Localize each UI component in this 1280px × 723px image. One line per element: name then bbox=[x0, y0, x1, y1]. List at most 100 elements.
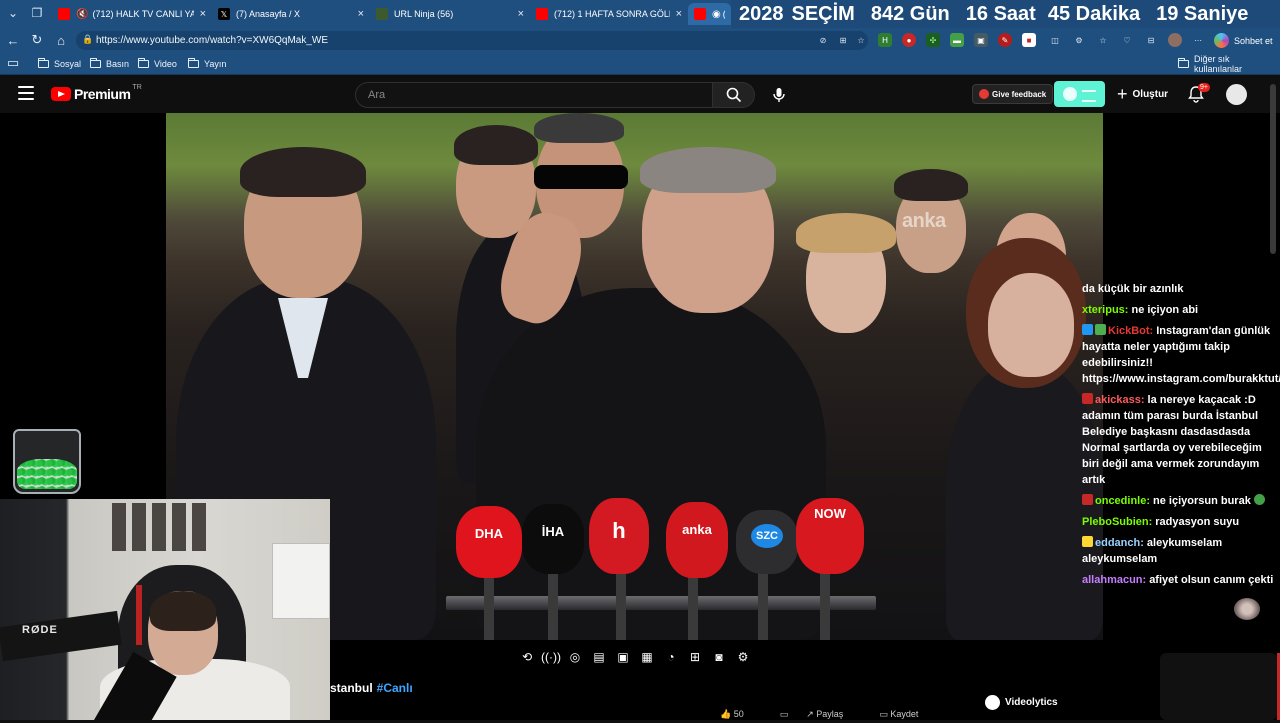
split-screen-icon[interactable]: ◫ bbox=[1048, 33, 1062, 47]
search-button[interactable] bbox=[713, 82, 755, 108]
mic-flag-iha: İHA bbox=[522, 504, 584, 574]
collections-icon[interactable]: ⊟ bbox=[1144, 33, 1158, 47]
like-button[interactable]: 👍 50 bbox=[720, 709, 762, 723]
menu-icon[interactable] bbox=[18, 86, 34, 100]
more-menu-icon[interactable]: ⋯ bbox=[1191, 33, 1205, 47]
dislike-button[interactable]: ▭ bbox=[780, 709, 789, 723]
apps-icon[interactable]: ⊞ bbox=[836, 33, 850, 47]
folder-icon bbox=[38, 58, 49, 68]
bookmark-folder-yayin[interactable]: Yayın bbox=[188, 57, 226, 71]
extension-box-icon[interactable]: ■ bbox=[1022, 33, 1036, 47]
countdown-label: SEÇİM bbox=[791, 2, 855, 25]
person-right bbox=[946, 363, 1103, 640]
other-bookmarks-folder[interactable]: Diğer sık kullanılanlar bbox=[1178, 54, 1280, 74]
loop-icon[interactable]: ⟲ bbox=[518, 648, 536, 666]
countdown-seconds: 19 Saniye bbox=[1156, 2, 1249, 25]
tab-golde[interactable]: (712) 1 HAFTA SONRA GÖLDE BU × bbox=[530, 3, 688, 25]
sidebar-icon[interactable]: ▭ bbox=[4, 54, 22, 72]
chat-username[interactable]: xteripus: bbox=[1082, 304, 1128, 316]
subtitles-icon[interactable]: ▦ bbox=[638, 648, 656, 666]
workspaces-icon[interactable]: ❐ bbox=[28, 4, 46, 22]
share-button[interactable]: ↗ Paylaş bbox=[806, 709, 861, 723]
reader-view-icon[interactable]: ⊘ bbox=[816, 33, 830, 47]
eye-icon[interactable]: ◎ bbox=[566, 648, 584, 666]
create-button[interactable]: + Oluştur bbox=[1117, 85, 1168, 103]
extension-stats-icon[interactable]: H bbox=[878, 33, 892, 47]
extension-block-icon[interactable]: ● bbox=[902, 33, 916, 47]
close-tab-icon[interactable]: × bbox=[358, 8, 364, 20]
live-chat-overlay: da küçük bir azınlık xteripus: ne içiyon … bbox=[1082, 281, 1280, 593]
tab-halk-tv[interactable]: 🔇 (712) HALK TV CANLI YAYINI | × bbox=[52, 3, 212, 25]
extension-pen-icon[interactable]: ✎ bbox=[998, 33, 1012, 47]
muted-speaker-icon[interactable]: 🔇 bbox=[76, 9, 88, 20]
extensions-icon[interactable]: ⚙ bbox=[1072, 33, 1086, 47]
chat-username[interactable]: PleboSubien: bbox=[1082, 516, 1152, 528]
extension-toggle-button[interactable] bbox=[1054, 81, 1105, 107]
account-avatar[interactable] bbox=[1226, 84, 1247, 105]
hashtag-link[interactable]: #Canlı bbox=[377, 681, 413, 695]
home-icon[interactable]: ⌂ bbox=[52, 31, 70, 49]
page-scrollbar[interactable] bbox=[1270, 84, 1276, 254]
search-icon bbox=[726, 87, 741, 103]
profile-avatar[interactable] bbox=[1168, 33, 1182, 47]
notifications-button[interactable]: 9+ bbox=[1188, 83, 1210, 105]
favorite-star-icon[interactable]: ☆ bbox=[854, 33, 868, 47]
save-button[interactable]: ▭ Kaydet bbox=[879, 709, 936, 723]
browser-essentials-icon[interactable]: ♡ bbox=[1120, 33, 1134, 47]
clapperboard-icon[interactable]: ▤ bbox=[590, 648, 608, 666]
youtube-premium-logo[interactable]: Premium TR bbox=[51, 84, 142, 102]
chat-message: xteripus: ne içiyon abi bbox=[1082, 304, 1199, 316]
emote-icon bbox=[1253, 494, 1265, 505]
video-player[interactable]: anka DHA İHA h anka SZC NOW RØDE ⟲ ((·))… bbox=[0, 113, 1280, 720]
person-hair bbox=[796, 213, 896, 253]
extension-green-icon[interactable]: ▬ bbox=[950, 33, 964, 47]
mic-flag-now: NOW bbox=[796, 498, 864, 574]
folder-icon bbox=[138, 58, 149, 68]
chat-username[interactable]: oncedinle: bbox=[1095, 495, 1150, 507]
bookmark-folder-basin[interactable]: Basın bbox=[90, 57, 129, 71]
chat-username[interactable]: akickass: bbox=[1095, 394, 1145, 406]
chat-message: KickBot: Instagram'dan günlük hayatta nel… bbox=[1082, 324, 1280, 385]
extension-puzzle-icon[interactable]: ✣ bbox=[926, 33, 940, 47]
picture-in-picture-icon[interactable]: ▣ bbox=[614, 648, 632, 666]
candy-jar-overlay bbox=[13, 429, 81, 494]
speedometer-icon[interactable]: ◔ bbox=[662, 648, 680, 666]
bookmark-folder-video[interactable]: Video bbox=[138, 57, 177, 71]
reload-icon[interactable]: ↻ bbox=[28, 31, 46, 49]
gear-icon[interactable]: ⚙ bbox=[734, 648, 752, 666]
tab-actions-chevron-icon[interactable]: ⌄ bbox=[4, 4, 22, 22]
chat-username[interactable]: KickBot: bbox=[1108, 325, 1153, 337]
extension-image-icon[interactable]: ▣ bbox=[974, 33, 988, 47]
give-feedback-button[interactable]: Give feedback bbox=[972, 84, 1054, 104]
camera-icon[interactable]: ◙ bbox=[710, 648, 728, 666]
tab-x-home[interactable]: 𝕏 (7) Anasayfa / X × bbox=[212, 3, 370, 25]
chat-message: eddanch: aleykumselam aleykumselam bbox=[1082, 536, 1223, 565]
videolytics-button[interactable]: Videolytics bbox=[985, 693, 1058, 711]
chat-username[interactable]: eddanch: bbox=[1095, 537, 1144, 549]
sticker-avatar bbox=[1234, 598, 1260, 620]
voice-search-button[interactable] bbox=[768, 84, 790, 106]
favorites-icon[interactable]: ☆ bbox=[1096, 33, 1110, 47]
person-speaker-hair bbox=[640, 147, 776, 193]
copilot-chat-button[interactable]: Sohbet et bbox=[1214, 31, 1273, 50]
lock-icon[interactable]: 🔒 bbox=[82, 34, 93, 45]
tab-url-ninja[interactable]: URL Ninja (56) × bbox=[370, 3, 530, 25]
youtube-icon bbox=[58, 8, 70, 20]
person-hair bbox=[454, 125, 538, 165]
chat-username[interactable]: allahmacun: bbox=[1082, 574, 1146, 586]
sword-icon bbox=[1082, 324, 1093, 335]
bookmark-folder-sosyal[interactable]: Sosyal bbox=[38, 57, 81, 71]
close-tab-icon[interactable]: × bbox=[676, 8, 682, 20]
tab-active-youtube[interactable]: ◉ ( bbox=[688, 3, 731, 25]
person-hair bbox=[534, 113, 624, 143]
search-input[interactable] bbox=[356, 83, 712, 107]
live-icon[interactable]: ((·)) bbox=[541, 648, 561, 666]
back-icon[interactable]: ← bbox=[4, 31, 22, 49]
youtube-icon bbox=[536, 8, 548, 20]
close-tab-icon[interactable]: × bbox=[518, 8, 524, 20]
speaker-icon[interactable]: ◉ bbox=[712, 9, 721, 20]
close-tab-icon[interactable]: × bbox=[200, 8, 206, 20]
add-icon[interactable]: ⊞ bbox=[686, 648, 704, 666]
url-field[interactable]: 🔒 https://www.youtube.com/watch?v=XW6QqM… bbox=[76, 31, 868, 50]
x-icon: 𝕏 bbox=[218, 8, 230, 20]
